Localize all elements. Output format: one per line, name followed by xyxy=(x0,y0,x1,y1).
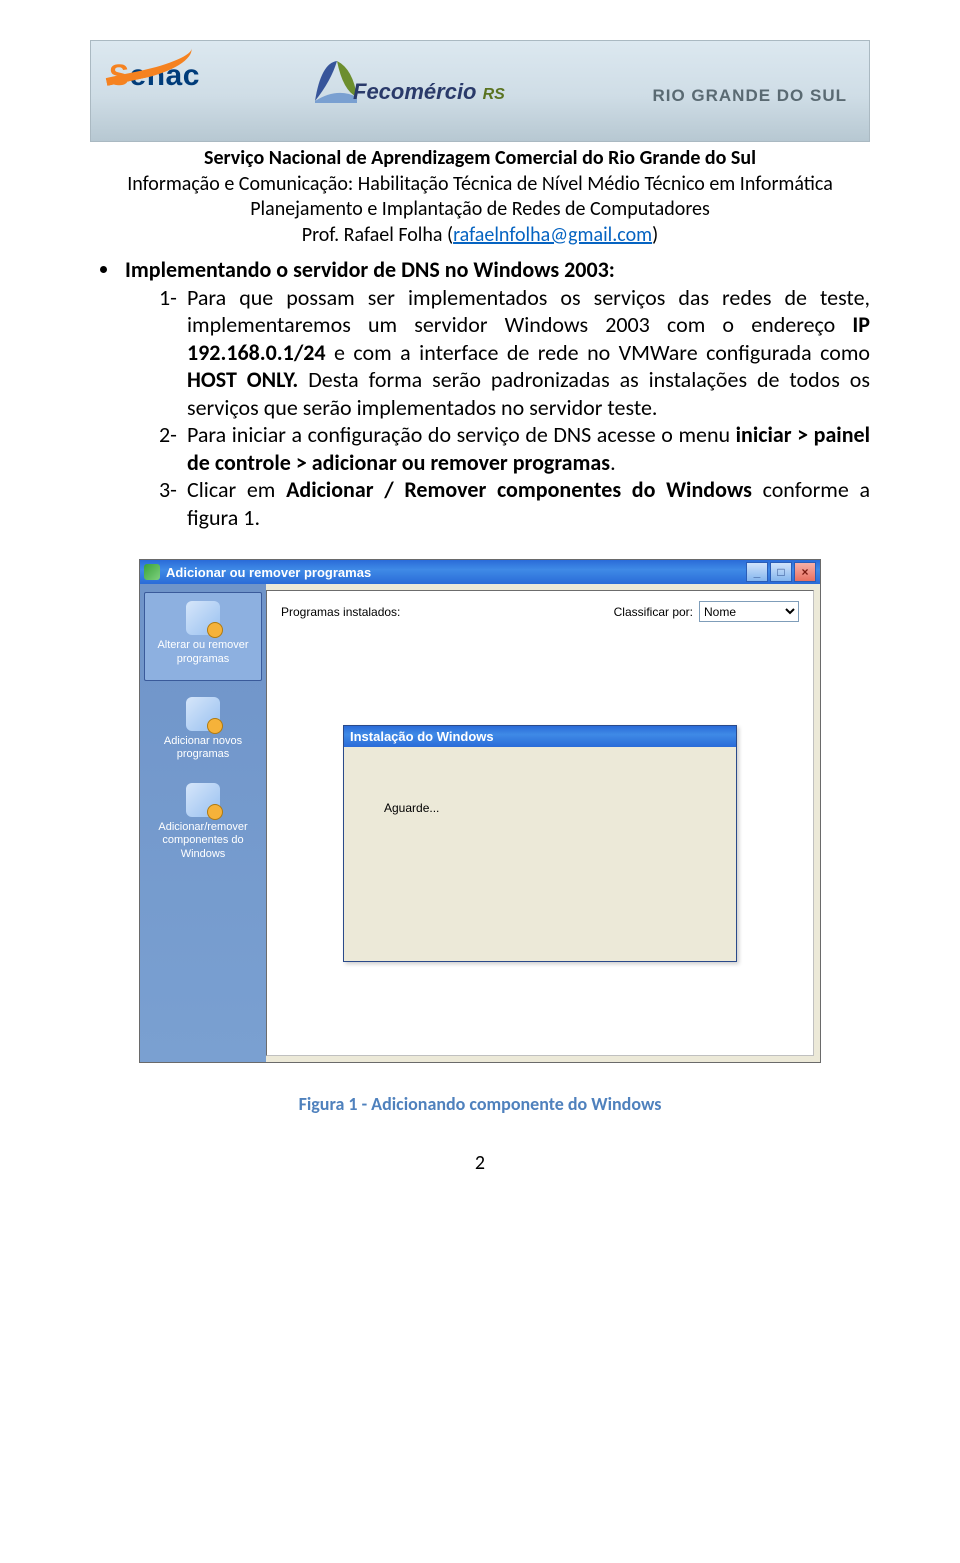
figure-caption: Figura 1 - Adicionando componente do Win… xyxy=(90,1093,870,1115)
sort-by-select[interactable]: Nome xyxy=(699,601,799,622)
add-new-icon xyxy=(186,697,220,731)
dialog-body-text: Aguarde... xyxy=(344,747,736,961)
document-body: Implementando o servidor de DNS no Windo… xyxy=(90,256,870,531)
header-line-2: Informação e Comunicação: Habilitação Té… xyxy=(90,172,870,198)
fecomercio-logo: Fecomércio RS xyxy=(301,51,581,131)
fecomercio-text: Fecomércio xyxy=(353,79,477,104)
header-banner: Senac Fecomércio RS RIO GRANDE DO SUL xyxy=(90,40,870,142)
header-line-4: Prof. Rafael Folha (rafaelnfolha@gmail.c… xyxy=(90,223,870,249)
sidebar-item-change-remove[interactable]: Alterar ou remover programas xyxy=(144,592,262,680)
minimize-button[interactable]: _ xyxy=(746,562,768,582)
change-remove-icon xyxy=(186,601,220,635)
senac-logo: Senac xyxy=(109,59,200,93)
sidebar-item-add-new[interactable]: Adicionar novos programas xyxy=(140,689,266,775)
list-item: 1- Para que possam ser implementados os … xyxy=(159,284,870,422)
section-title: Implementando o servidor de DNS no Windo… xyxy=(125,256,615,283)
page-number: 2 xyxy=(90,1151,870,1175)
close-button[interactable]: × xyxy=(794,562,816,582)
sidebar-item-windows-components[interactable]: Adicionar/remover componentes do Windows xyxy=(140,775,266,875)
sidebar: Alterar ou remover programas Adicionar n… xyxy=(140,584,266,1062)
maximize-button[interactable]: □ xyxy=(770,562,792,582)
windows-components-icon xyxy=(186,783,220,817)
window-titlebar: Adicionar ou remover programas _ □ × xyxy=(140,560,820,584)
list-item: 3- Clicar em Adicionar / Remover compone… xyxy=(159,476,870,531)
dialog-title: Instalação do Windows xyxy=(344,726,736,747)
list-item: 2- Para iniciar a configuração do serviç… xyxy=(159,421,870,476)
bullet-icon xyxy=(100,266,107,273)
header-line-1: Serviço Nacional de Aprendizagem Comerci… xyxy=(90,146,870,172)
windows-setup-dialog: Instalação do Windows Aguarde... xyxy=(343,725,737,962)
author-email-link[interactable]: rafaelnfolha@gmail.com xyxy=(453,223,652,247)
modal-area: Instalação do Windows Aguarde... xyxy=(267,639,813,1055)
figure-1-screenshot: Adicionar ou remover programas _ □ × Alt… xyxy=(139,559,821,1063)
installed-programs-label: Programas instalados: xyxy=(281,605,400,619)
main-pane: Programas instalados: Classificar por: N… xyxy=(266,590,814,1056)
fecomercio-rs: RS xyxy=(483,86,505,103)
rio-grande-do-sul-text: RIO GRANDE DO SUL xyxy=(652,86,847,106)
document-header: Serviço Nacional de Aprendizagem Comerci… xyxy=(90,146,870,248)
window-icon xyxy=(144,564,160,580)
window-title: Adicionar ou remover programas xyxy=(166,565,744,580)
header-line-3: Planejamento e Implantação de Redes de C… xyxy=(90,197,870,223)
sort-by-label: Classificar por: xyxy=(614,605,693,619)
